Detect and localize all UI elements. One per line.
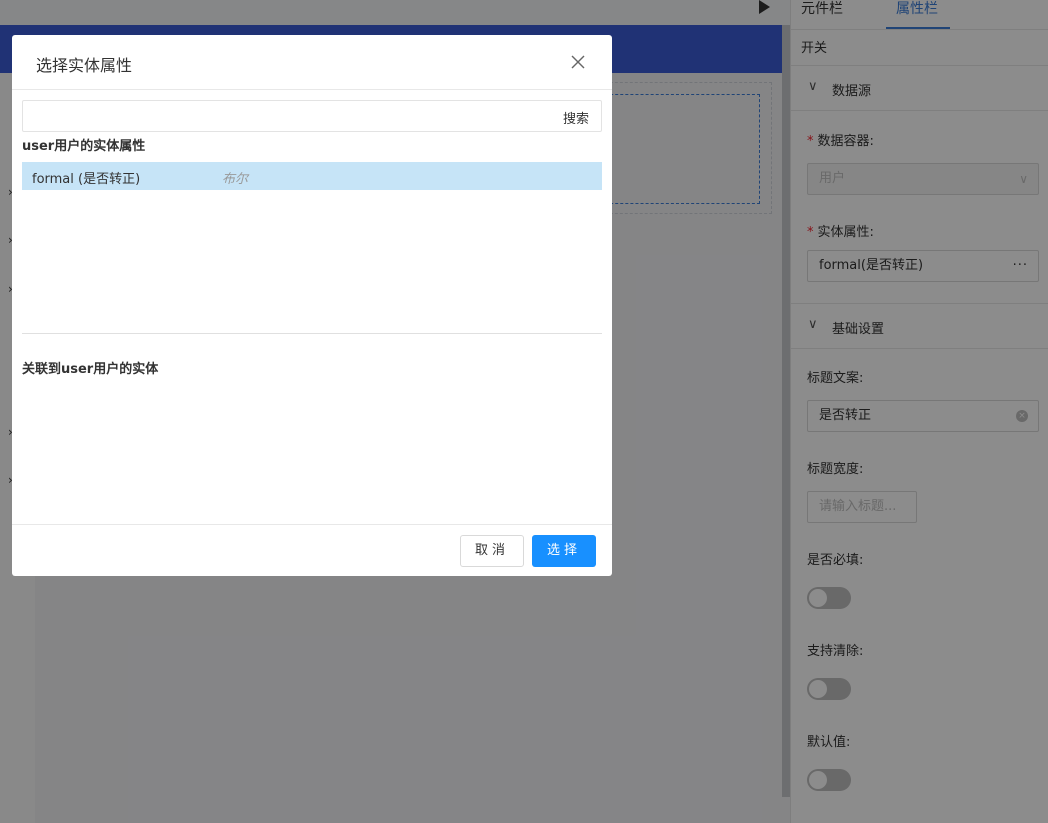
related-entity-section-title: 关联到user用户的实体 (22, 362, 159, 377)
modal-footer: 取消 选择 (12, 524, 612, 576)
select-entity-attr-modal: 选择实体属性 搜索 user用户的实体属性 formal (是否转正) 布尔 关… (12, 35, 612, 576)
search-button[interactable]: 搜索 (563, 108, 589, 127)
entity-attr-section-title: user用户的实体属性 (22, 139, 146, 154)
attr-type: 布尔 (222, 172, 249, 187)
modal-title: 选择实体属性 (36, 56, 133, 75)
search-input[interactable] (23, 101, 543, 131)
divider (22, 333, 602, 334)
close-icon[interactable] (568, 52, 588, 72)
modal-header: 选择实体属性 (12, 35, 612, 90)
search-bar: 搜索 (22, 100, 602, 132)
select-button[interactable]: 选择 (532, 535, 596, 567)
cancel-button[interactable]: 取消 (460, 535, 524, 567)
attr-name: formal (是否转正) (32, 172, 141, 187)
list-item[interactable]: formal (是否转正) 布尔 (22, 162, 602, 190)
